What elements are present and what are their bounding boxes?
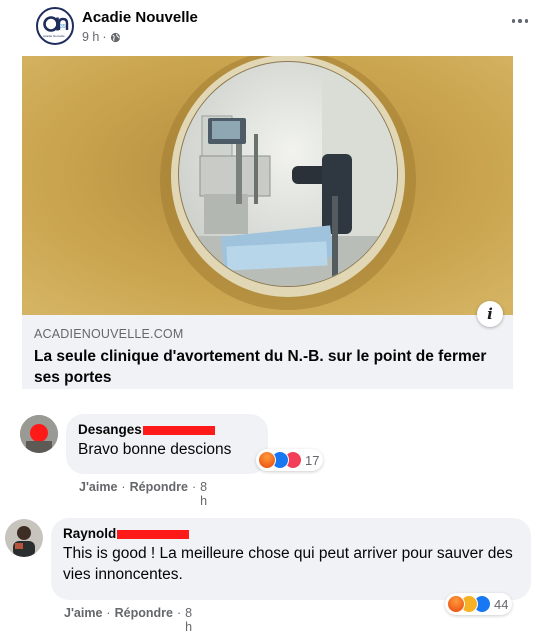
angry-icon xyxy=(258,451,276,469)
redaction-mark xyxy=(117,530,190,539)
info-button[interactable]: i xyxy=(477,301,503,327)
like-button[interactable]: J'aime xyxy=(79,480,117,508)
comment-bubble: Raynold This is good ! La meilleure chos… xyxy=(51,518,531,600)
reaction-count: 44 xyxy=(494,596,509,612)
reaction-summary[interactable]: 17 xyxy=(256,449,324,471)
commenter-avatar[interactable] xyxy=(5,519,43,557)
link-domain: ACADIENOUVELLE.COM xyxy=(34,327,184,341)
comment-time[interactable]: 8 h xyxy=(200,480,207,508)
more-options-icon[interactable] xyxy=(508,11,532,31)
acadie-nouvelle-logo-icon: 35 Acadie Nouvelle xyxy=(43,16,69,38)
svg-text:35: 35 xyxy=(60,24,66,30)
page-name[interactable]: Acadie Nouvelle xyxy=(82,9,198,26)
reaction-summary[interactable]: 44 xyxy=(445,593,513,615)
page-avatar[interactable]: 35 Acadie Nouvelle xyxy=(36,7,74,45)
globe-icon xyxy=(110,32,120,42)
comment-actions: J'aime · Répondre · 8 h xyxy=(79,480,208,508)
link-title[interactable]: La seule clinique d'avortement du N.-B. … xyxy=(34,346,494,388)
post-header: 35 Acadie Nouvelle Acadie Nouvelle 9 h · xyxy=(36,7,529,51)
angry-icon xyxy=(447,595,465,613)
commenter-name[interactable]: Desanges xyxy=(78,422,256,437)
article-image xyxy=(22,56,513,315)
comment-bubble: Desanges Bravo bonne descions xyxy=(66,414,268,474)
reply-button[interactable]: Répondre xyxy=(130,480,188,508)
post-meta: 9 h · xyxy=(82,30,121,44)
commenter-avatar[interactable] xyxy=(20,415,58,453)
post-time[interactable]: 9 h xyxy=(82,30,99,44)
redaction-mark xyxy=(142,426,215,435)
meta-separator: · xyxy=(102,30,107,44)
comment-text: This is good ! La meilleure chose qui pe… xyxy=(63,545,513,583)
reaction-count: 17 xyxy=(305,452,320,468)
comment-text: Bravo bonne descions xyxy=(78,441,232,458)
commenter-name[interactable]: Raynold xyxy=(63,526,519,541)
svg-text:Acadie Nouvelle: Acadie Nouvelle xyxy=(43,34,65,38)
link-preview-card[interactable]: i ACADIENOUVELLE.COM La seule clinique d… xyxy=(22,56,513,389)
